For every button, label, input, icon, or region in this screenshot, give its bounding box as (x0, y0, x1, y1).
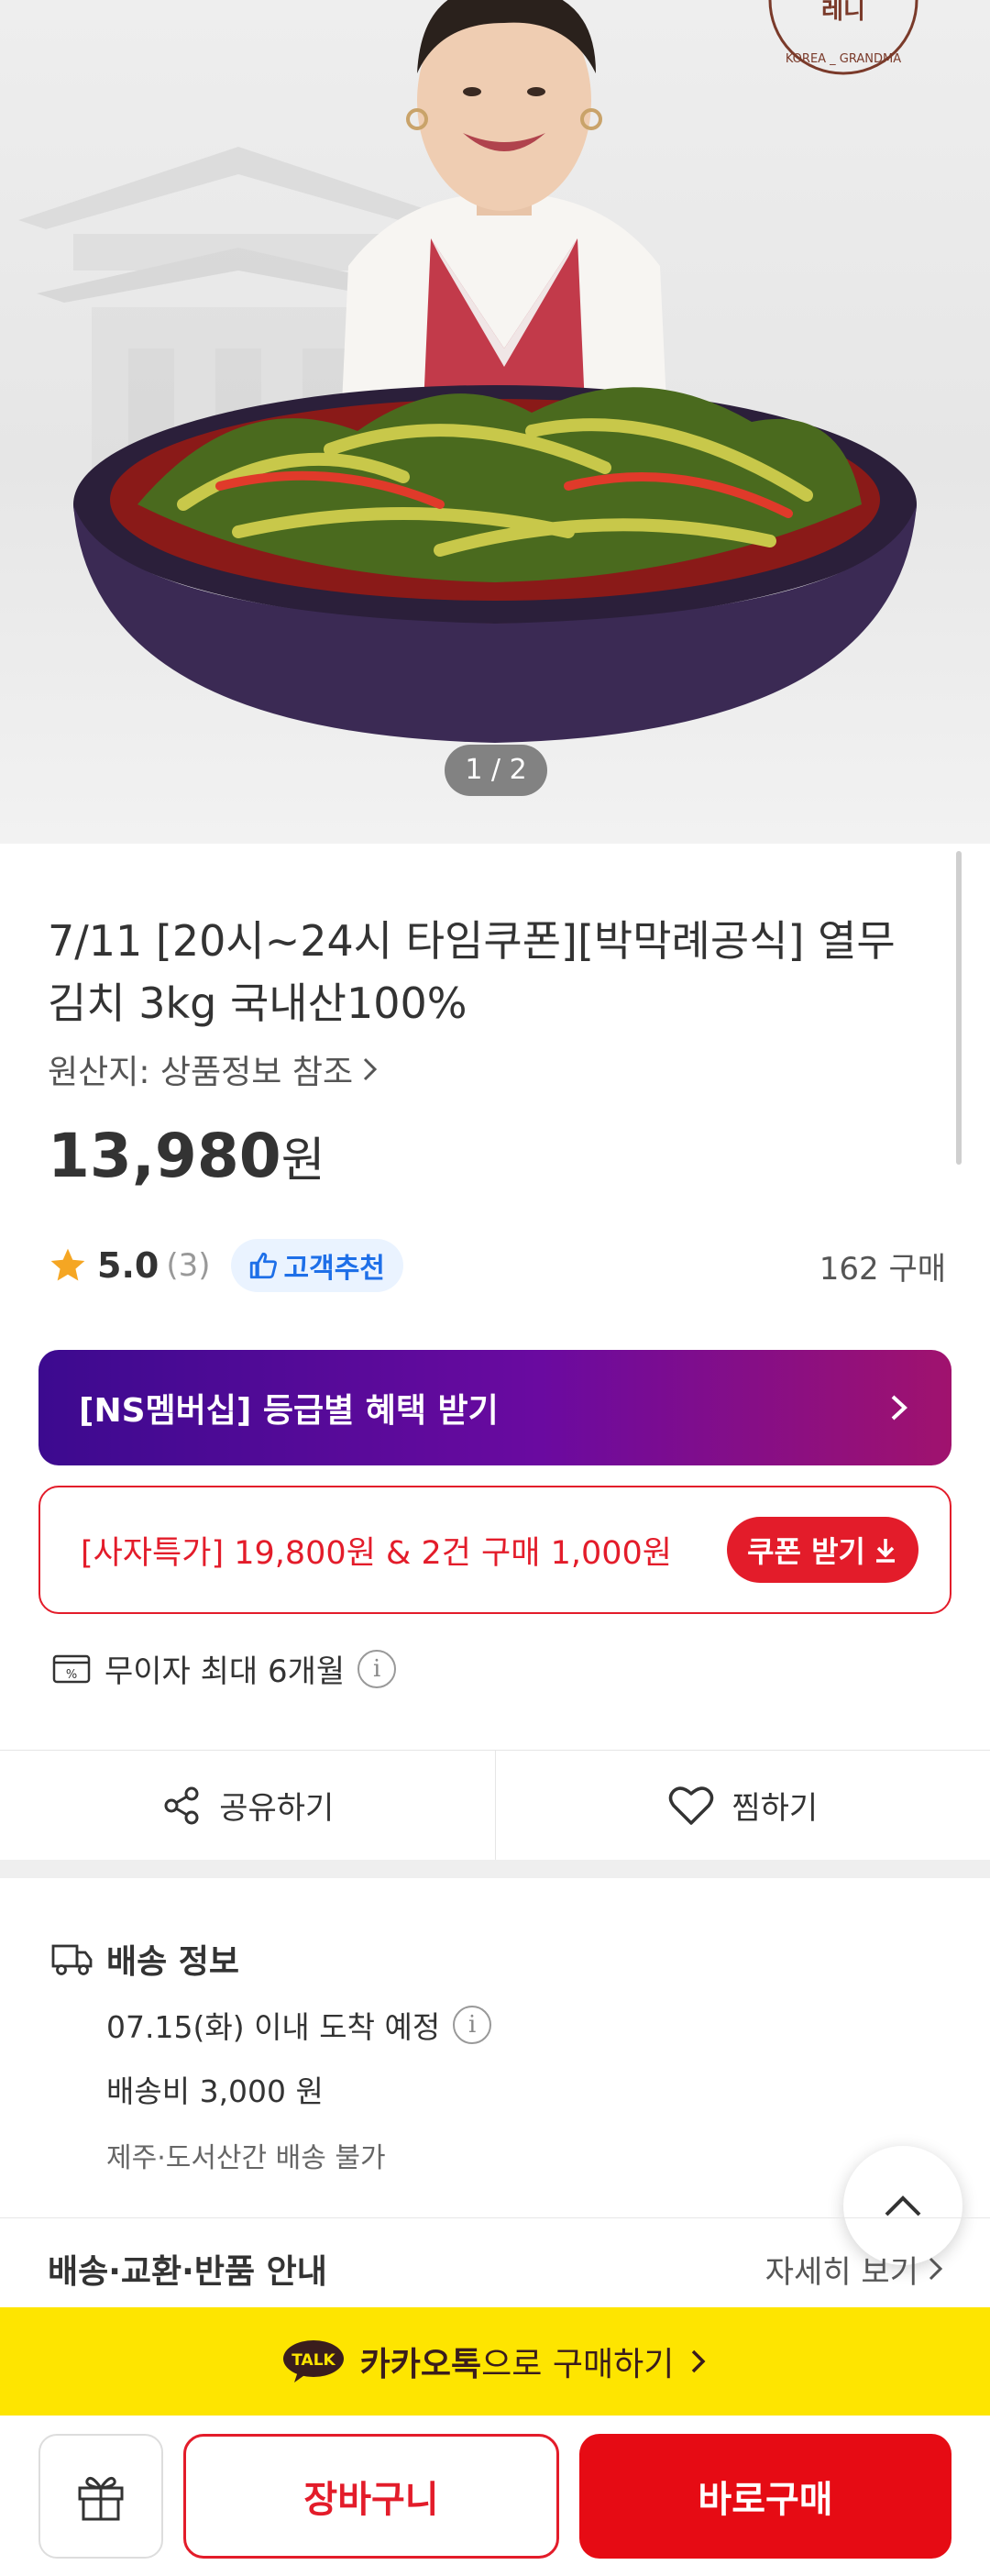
special-coupon-box: [사자특가] 19,800원 & 2건 구매 1,000원 쿠폰 받기 (38, 1486, 952, 1614)
origin-label: 원산지: 상품정보 참조 (48, 1054, 354, 1091)
delivery-section: 배송 정보 07.15(화) 이내 도착 예정 i 배송비 3,000 원 제주… (51, 1935, 492, 2175)
chevron-right-icon (692, 2349, 706, 2373)
truck-icon (51, 1944, 93, 1975)
card-percent-icon: % (52, 1654, 91, 1683)
info-icon[interactable]: i (358, 1649, 397, 1688)
policy-label: 배송·교환·반품 안내 (48, 2253, 327, 2291)
delivery-arrival: 07.15(화) 이내 도착 예정 (106, 2009, 441, 2045)
info-icon[interactable]: i (453, 2006, 492, 2044)
recommend-label: 고객추천 (283, 1253, 385, 1285)
section-divider (0, 1860, 990, 1878)
get-coupon-button[interactable]: 쿠폰 받기 (727, 1517, 918, 1583)
review-count[interactable]: (3) (166, 1247, 210, 1284)
product-price: 13,980원 (48, 1121, 325, 1191)
get-coupon-label: 쿠폰 받기 (747, 1534, 865, 1569)
purchase-count: 162 구매 (819, 1250, 946, 1288)
korea-grandma-logo: 레니 KOREA _ GRANDMA (768, 0, 918, 75)
product-image-gallery[interactable]: 레니 KOREA _ GRANDMA 1 / 2 (0, 0, 990, 844)
delivery-fee: 배송비 3,000 원 (106, 2073, 324, 2109)
chevron-right-icon (364, 1057, 378, 1081)
share-wish-row: 공유하기 찜하기 (0, 1750, 990, 1860)
heart-icon (669, 1786, 714, 1825)
origin-link[interactable]: 원산지: 상품정보 참조 (48, 1045, 380, 1093)
svg-text:%: % (66, 1668, 77, 1682)
wish-label: 찜하기 (732, 1790, 819, 1827)
kakao-talk-icon: TALK (282, 2340, 344, 2383)
section-divider (0, 2217, 990, 2218)
wish-button[interactable]: 찜하기 (494, 1751, 990, 1860)
chevron-right-icon (929, 2257, 943, 2281)
policy-more-link[interactable]: 자세히 보기 (765, 2247, 918, 2292)
svg-text:KOREA _ GRANDMA: KOREA _ GRANDMA (786, 52, 901, 66)
gift-button[interactable] (38, 2433, 163, 2559)
share-label: 공유하기 (219, 1790, 335, 1827)
download-icon (876, 1539, 895, 1563)
buy-now-button[interactable]: 바로구매 (579, 2433, 952, 2559)
purchase-action-bar: 장바구니 바로구매 (0, 2416, 990, 2576)
page-scrollbar[interactable] (956, 851, 962, 1165)
gift-icon (78, 2476, 124, 2520)
membership-banner[interactable]: [NS멤버십] 등급별 혜택 받기 (38, 1350, 952, 1465)
kakao-buy-bar[interactable]: TALK 카카오톡으로 구매하기 (0, 2307, 990, 2416)
price-currency: 원 (280, 1133, 325, 1188)
policy-row[interactable]: 배송·교환·반품 안내 자세히 보기 (48, 2245, 946, 2293)
kakao-rest: 으로 구매하기 (481, 2346, 675, 2383)
membership-banner-label: [NS멤버십] 등급별 혜택 받기 (79, 1392, 499, 1430)
kakao-label: 카카오톡으로 구매하기 (360, 2338, 675, 2385)
share-icon (164, 1786, 199, 1824)
share-button[interactable]: 공유하기 (0, 1751, 495, 1860)
rating-row: 5.0 (3) 고객추천 162 구매 (48, 1238, 946, 1293)
rating-score[interactable]: 5.0 (97, 1245, 159, 1286)
kakao-badge-text: TALK (292, 2351, 336, 2370)
installment-info: % 무이자 최대 6개월 i (51, 1646, 397, 1691)
product-title: 7/11 [20시~24시 타임쿠폰][박막례공식] 열무김치 3kg 국내산1… (48, 916, 896, 1028)
image-counter: 1 / 2 (445, 745, 547, 796)
coupon-text: [사자특가] 19,800원 & 2건 구매 1,000원 (81, 1534, 672, 1572)
delivery-title: 배송 정보 (106, 1943, 240, 1981)
delivery-note: 제주·도서산간 배송 불가 (106, 2142, 386, 2174)
star-icon (50, 1248, 85, 1281)
installment-text: 무이자 최대 6개월 (104, 1653, 346, 1690)
thumbs-up-icon (249, 1252, 277, 1279)
chevron-right-icon (891, 1395, 908, 1421)
svg-text:레니: 레니 (821, 0, 865, 25)
price-value: 13,980 (48, 1121, 281, 1191)
kakao-brand: 카카오톡 (359, 2346, 482, 2383)
chevron-up-icon (885, 2195, 921, 2217)
add-to-cart-button[interactable]: 장바구니 (183, 2433, 559, 2559)
customer-recommend-badge: 고객추천 (230, 1239, 403, 1292)
